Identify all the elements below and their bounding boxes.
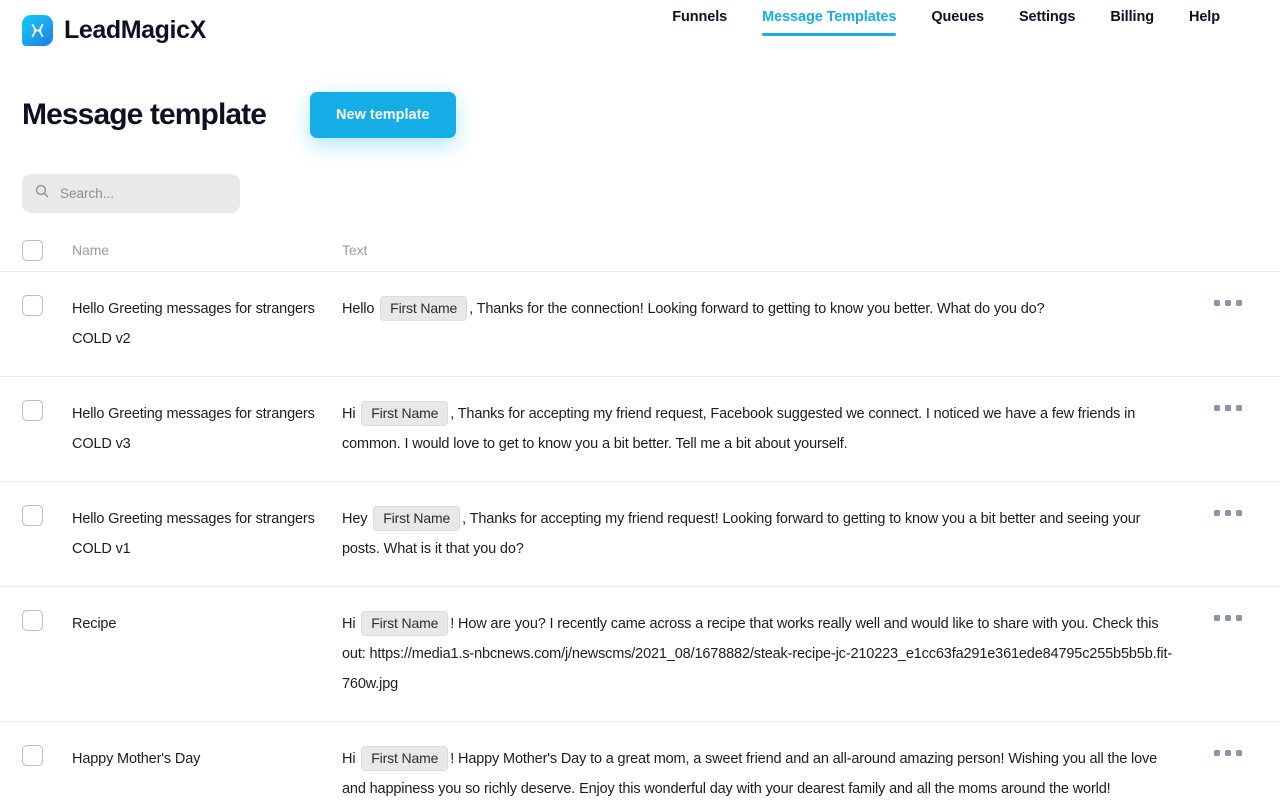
- row-actions-cell: [1198, 504, 1258, 516]
- row-actions-cell: [1198, 294, 1258, 306]
- top-navigation-bar: LeadMagicX Funnels Message Templates Que…: [0, 0, 1280, 60]
- page-title: Message template: [22, 98, 266, 132]
- template-name: Hello Greeting messages for strangers CO…: [72, 294, 342, 354]
- table-header-row: Name Text: [0, 229, 1280, 271]
- table-row[interactable]: Recipe Hi First Name! How are you? I rec…: [0, 586, 1280, 721]
- column-header-name: Name: [72, 242, 342, 258]
- row-select-cell: [22, 399, 72, 421]
- more-horizontal-icon[interactable]: [1214, 744, 1242, 756]
- template-name: Hello Greeting messages for strangers CO…: [72, 504, 342, 564]
- variable-token-first-name[interactable]: First Name: [380, 296, 467, 321]
- column-header-text: Text: [342, 242, 1198, 258]
- text-after-token: ! How are you? I recently came across a …: [342, 616, 1172, 692]
- more-horizontal-icon[interactable]: [1214, 504, 1242, 516]
- row-checkbox[interactable]: [22, 295, 43, 316]
- x-chat-bubble-icon: [22, 15, 53, 46]
- variable-token-first-name[interactable]: First Name: [361, 746, 448, 771]
- text-before-token: Hi: [342, 406, 359, 422]
- more-horizontal-icon[interactable]: [1214, 294, 1242, 306]
- search-input[interactable]: [60, 186, 228, 201]
- template-name: Hello Greeting messages for strangers CO…: [72, 399, 342, 459]
- table-row[interactable]: Hello Greeting messages for strangers CO…: [0, 271, 1280, 376]
- table-row[interactable]: Happy Mother's Day Hi First Name! Happy …: [0, 721, 1280, 800]
- template-text: Hi First Name! How are you? I recently c…: [342, 609, 1198, 699]
- select-all-cell: [22, 239, 72, 261]
- template-text: Hello First Name, Thanks for the connect…: [342, 294, 1198, 324]
- text-before-token: Hi: [342, 616, 359, 632]
- new-template-button[interactable]: New template: [310, 92, 455, 138]
- template-text: Hi First Name! Happy Mother's Day to a g…: [342, 744, 1198, 800]
- select-all-checkbox[interactable]: [22, 240, 43, 261]
- row-checkbox[interactable]: [22, 505, 43, 526]
- nav-item-queues[interactable]: Queues: [931, 9, 984, 36]
- variable-token-first-name[interactable]: First Name: [373, 506, 460, 531]
- row-select-cell: [22, 294, 72, 316]
- nav-item-message-templates[interactable]: Message Templates: [762, 9, 896, 36]
- text-after-token: , Thanks for accepting my friend request…: [342, 406, 1135, 452]
- variable-token-first-name[interactable]: First Name: [361, 611, 448, 636]
- row-select-cell: [22, 504, 72, 526]
- main-nav: Funnels Message Templates Queues Setting…: [672, 9, 1220, 51]
- nav-item-billing[interactable]: Billing: [1110, 9, 1154, 36]
- table-row[interactable]: Hello Greeting messages for strangers CO…: [0, 481, 1280, 586]
- row-select-cell: [22, 744, 72, 766]
- row-select-cell: [22, 609, 72, 631]
- brand-name: LeadMagicX: [64, 16, 206, 45]
- search-box[interactable]: [22, 174, 240, 213]
- nav-item-help[interactable]: Help: [1189, 9, 1220, 36]
- text-before-token: Hello: [342, 301, 378, 317]
- more-horizontal-icon[interactable]: [1214, 609, 1242, 621]
- row-checkbox[interactable]: [22, 610, 43, 631]
- brand-logo[interactable]: LeadMagicX: [22, 15, 206, 46]
- text-after-token: , Thanks for accepting my friend request…: [342, 511, 1140, 557]
- text-after-token: ! Happy Mother's Day to a great mom, a s…: [342, 751, 1157, 800]
- template-text: Hey First Name, Thanks for accepting my …: [342, 504, 1198, 564]
- text-before-token: Hey: [342, 511, 371, 527]
- row-actions-cell: [1198, 744, 1258, 756]
- templates-table: Name Text Hello Greeting messages for st…: [0, 229, 1280, 800]
- row-checkbox[interactable]: [22, 745, 43, 766]
- nav-item-settings[interactable]: Settings: [1019, 9, 1075, 36]
- template-name: Recipe: [72, 609, 342, 639]
- more-horizontal-icon[interactable]: [1214, 399, 1242, 411]
- text-after-token: , Thanks for the connection! Looking for…: [469, 301, 1044, 317]
- search-icon: [34, 183, 50, 204]
- variable-token-first-name[interactable]: First Name: [361, 401, 448, 426]
- template-name: Happy Mother's Day: [72, 744, 342, 774]
- nav-item-funnels[interactable]: Funnels: [672, 9, 727, 36]
- text-before-token: Hi: [342, 751, 359, 767]
- row-actions-cell: [1198, 399, 1258, 411]
- row-checkbox[interactable]: [22, 400, 43, 421]
- page-header: Message template New template: [0, 60, 1280, 152]
- table-row[interactable]: Hello Greeting messages for strangers CO…: [0, 376, 1280, 481]
- row-actions-cell: [1198, 609, 1258, 621]
- template-text: Hi First Name, Thanks for accepting my f…: [342, 399, 1198, 459]
